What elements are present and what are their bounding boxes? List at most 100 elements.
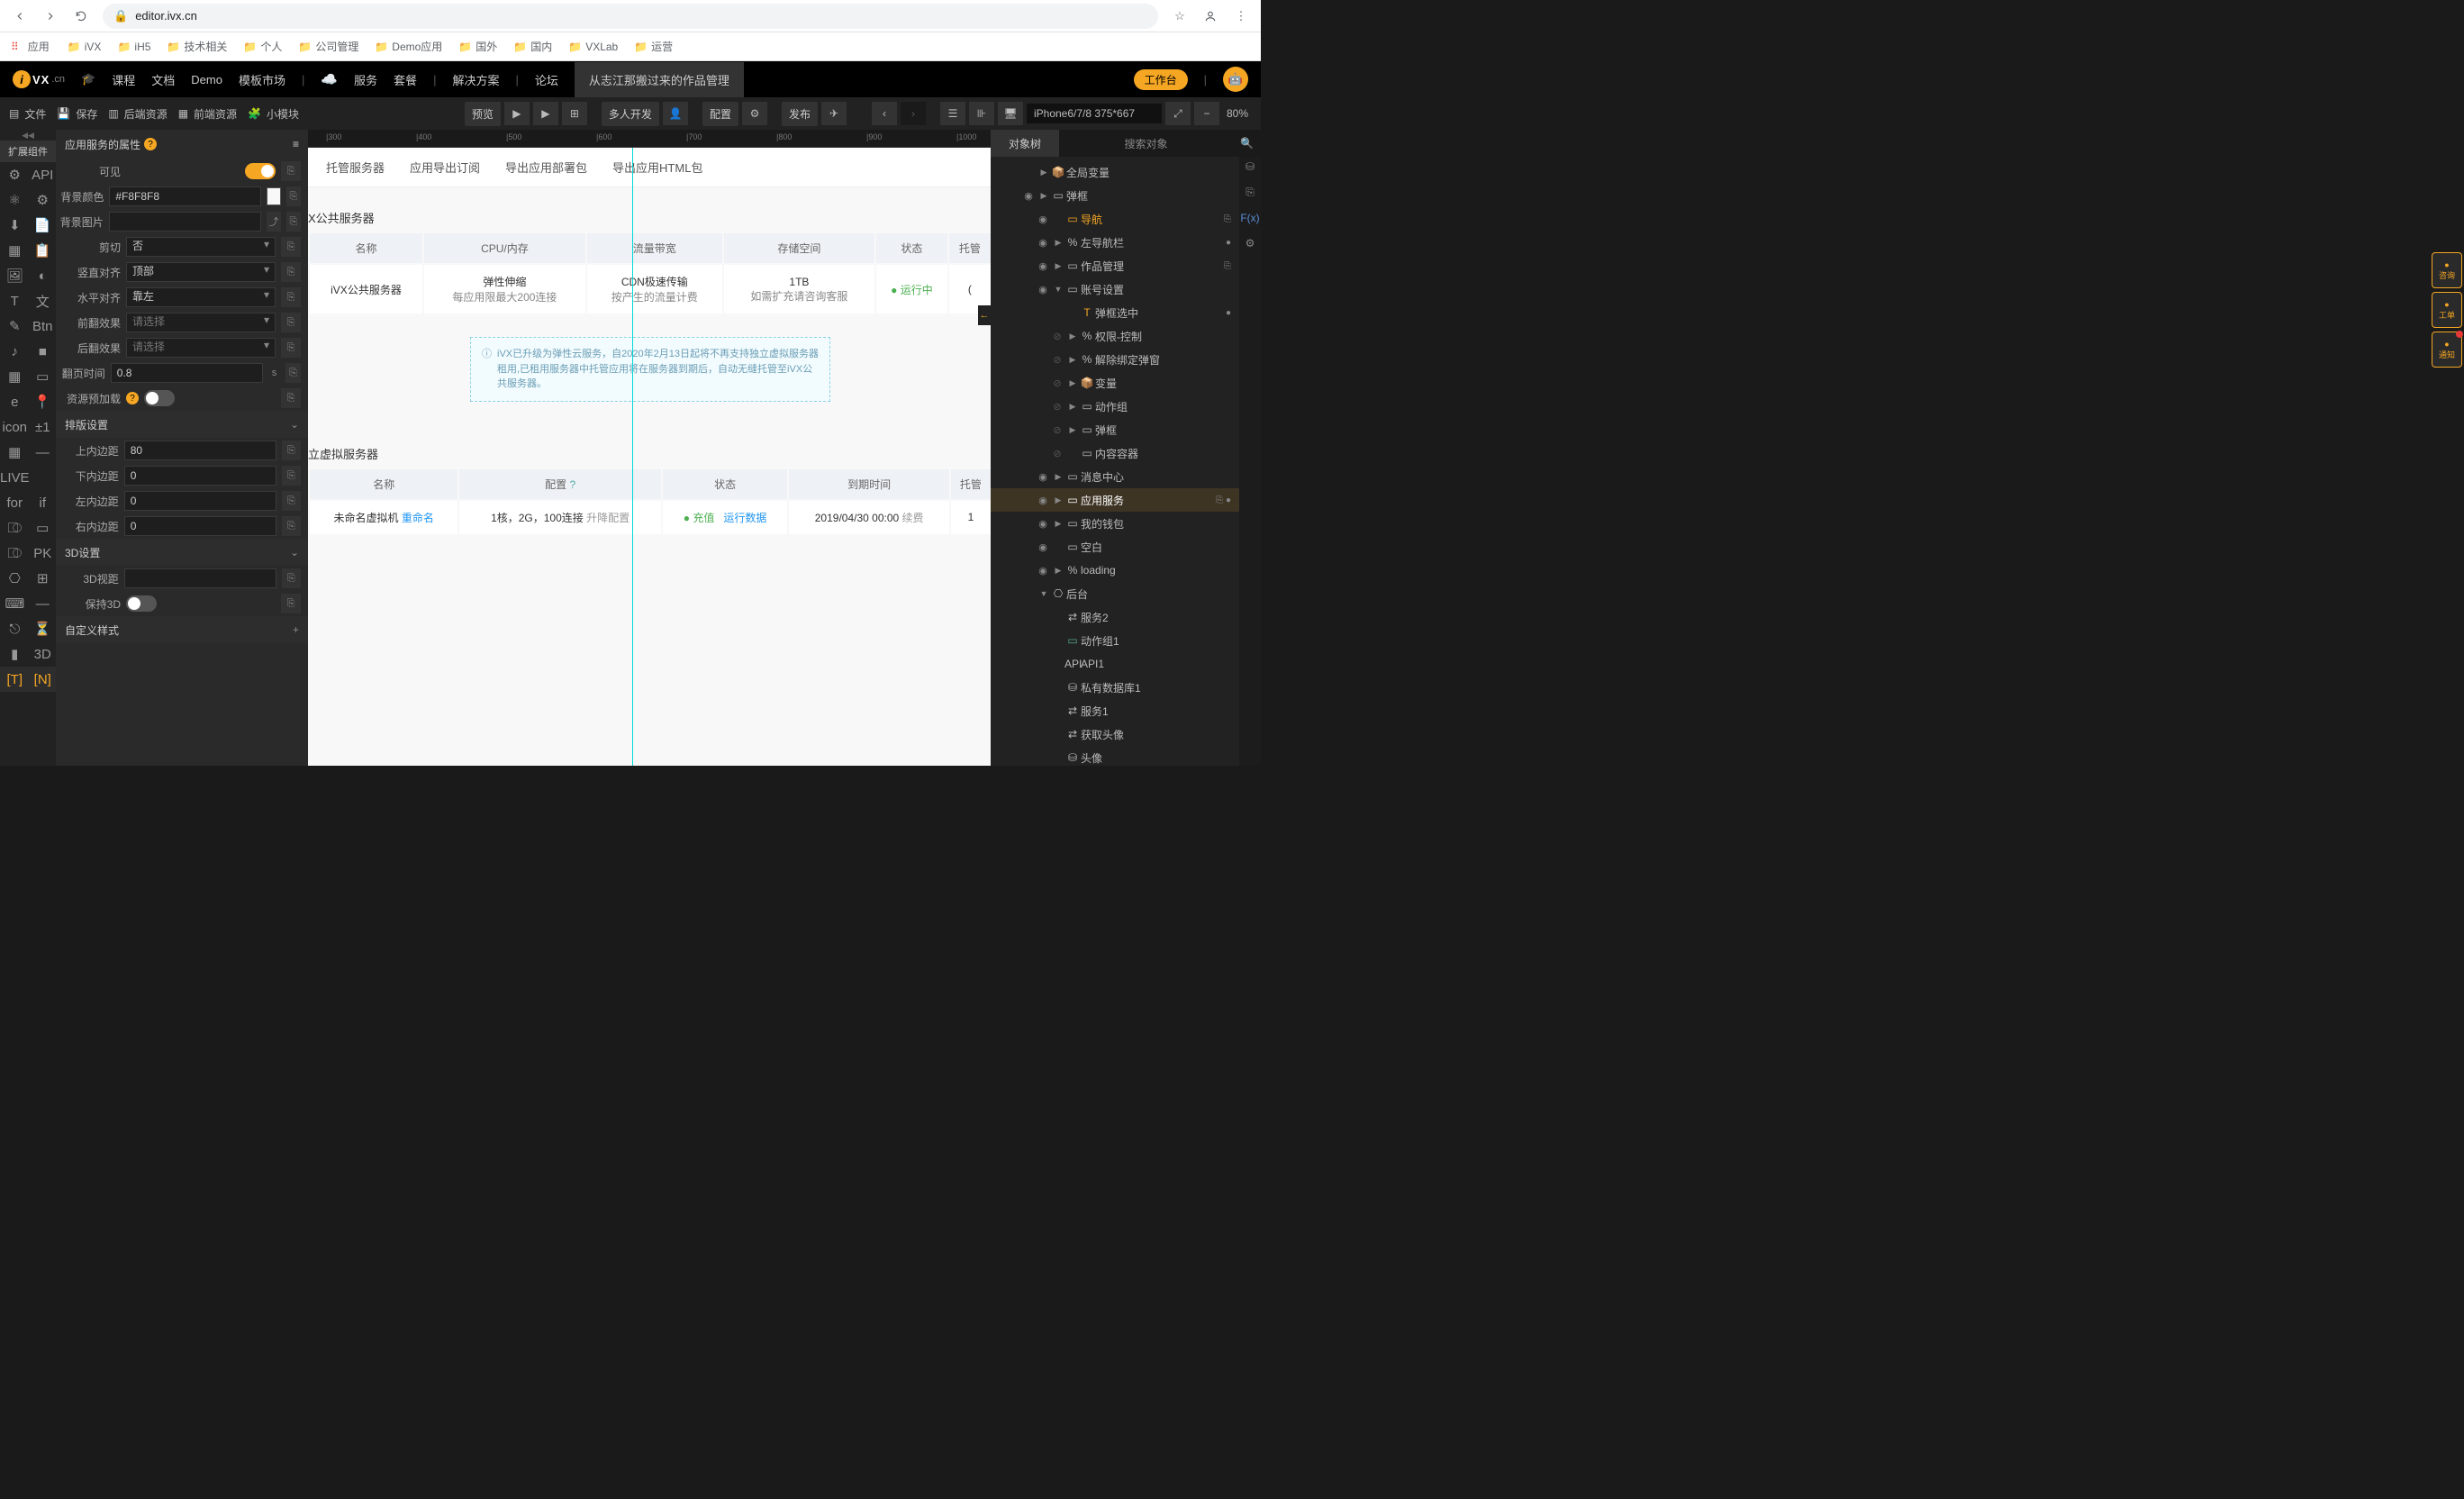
copy-icon[interactable]: ⎘ — [281, 262, 301, 282]
module-button[interactable]: 🧩小模块 — [248, 106, 299, 122]
tool-item[interactable]: ▦ — [0, 238, 30, 263]
upgrade-link[interactable]: 升降配置 — [586, 512, 630, 524]
copy-icon[interactable]: ⎘ — [282, 441, 301, 460]
help-icon[interactable]: ? — [569, 478, 575, 491]
search-icon[interactable]: 🔍 — [1233, 130, 1261, 157]
halign-select[interactable]: 靠左 — [126, 287, 276, 307]
rail-clip-icon[interactable]: ⎘ — [1246, 186, 1255, 199]
tool-item[interactable]: — — [30, 440, 56, 465]
tree-node[interactable]: ◉▶▭消息中心 — [991, 465, 1239, 488]
copy-icon[interactable]: ⎘ — [286, 186, 301, 206]
tool-item[interactable]: ▭ — [30, 364, 56, 389]
multidev-button[interactable]: 多人开发 — [602, 102, 659, 126]
tree-node[interactable]: ◉▶%loading — [991, 559, 1239, 582]
bookmark-item[interactable]: 📁VXLab — [568, 41, 618, 53]
back-icon[interactable] — [11, 7, 29, 25]
url-bar[interactable]: 🔒 editor.ivx.cn — [103, 4, 1158, 29]
bookmark-item[interactable]: 📁iH5 — [117, 41, 150, 53]
tree-body[interactable]: ▶📦全局变量◉▶▭弹框◉▭导航⎘◉▶%左导航栏●◉▶▭作品管理⎘◉▼▭账号设置T… — [991, 157, 1239, 766]
tool-item[interactable]: 文 — [30, 288, 56, 313]
visibility-icon[interactable]: ◉ — [1034, 260, 1052, 272]
chevron-left-icon[interactable]: ‹ — [872, 102, 897, 125]
ai-assistant-icon[interactable]: 🤖 — [1223, 67, 1248, 92]
tab-search[interactable]: 搜索对象 — [1059, 130, 1233, 157]
tool-item[interactable]: ⚙ — [30, 187, 56, 213]
bookmark-item[interactable]: 📁国内 — [513, 39, 552, 54]
tool-item[interactable]: API — [30, 162, 56, 187]
tool-item[interactable]: ✎ — [0, 313, 30, 339]
tree-node[interactable]: ⊘▶%权限-控制 — [991, 324, 1239, 348]
padleft-input[interactable] — [124, 491, 276, 511]
expand-icon[interactable]: ▶ — [1037, 168, 1050, 177]
bookmark-item[interactable]: 📁个人 — [243, 39, 282, 54]
help-icon[interactable]: ? — [126, 392, 139, 404]
tool-item[interactable]: T — [0, 288, 30, 313]
save-button[interactable]: 💾保存 — [57, 106, 97, 122]
expand-icon[interactable]: ▶ — [1066, 425, 1079, 435]
visibility-icon[interactable]: ⊘ — [1048, 448, 1066, 459]
backend-res[interactable]: ▥后端资源 — [108, 106, 167, 122]
visibility-icon[interactable]: ◉ — [1034, 237, 1052, 249]
logo[interactable]: i VX .cn — [13, 70, 65, 88]
stage-wrap[interactable]: 托管服务器 应用导出订阅 导出应用部署包 导出应用HTML包 X公共服务器 名称… — [308, 148, 991, 766]
expand-icon[interactable]: ▼ — [1052, 285, 1064, 294]
nav-demo[interactable]: Demo — [191, 73, 222, 86]
tool-item[interactable]: [N] — [30, 667, 56, 692]
visibility-icon[interactable]: ⊘ — [1048, 424, 1066, 436]
bgimage-input[interactable] — [109, 212, 261, 232]
copy-icon[interactable]: ⎘ — [281, 237, 301, 257]
valign-select[interactable]: 顶部 — [126, 262, 276, 282]
tool-item[interactable]: ▭ — [30, 515, 56, 541]
copy-icon[interactable]: ⎘ — [285, 363, 301, 383]
tool-item[interactable]: ▦ — [0, 364, 30, 389]
rail-button[interactable]: ●通知 — [2432, 332, 2462, 368]
star-icon[interactable]: ☆ — [1171, 7, 1189, 25]
tree-node[interactable]: ⊘▶📦变量 — [991, 371, 1239, 395]
kebab-icon[interactable]: ⋮ — [1232, 7, 1250, 25]
help-icon[interactable]: ? — [144, 138, 157, 150]
apps-label[interactable]: 应用 — [28, 39, 50, 54]
padbottom-input[interactable] — [124, 466, 276, 486]
tree-node[interactable]: ◉▼▭账号设置 — [991, 277, 1239, 301]
expand-icon[interactable]: ▶ — [1066, 355, 1079, 365]
cloud-icon[interactable]: ☁️ — [321, 71, 338, 87]
tool-item[interactable]: ⎋ — [0, 616, 30, 641]
chevron-right-icon[interactable]: › — [901, 102, 926, 125]
tree-node[interactable]: ⊘▶▭弹框 — [991, 418, 1239, 441]
device-selector[interactable]: iPhone6/7/8 375*667 — [1027, 104, 1162, 123]
bookmark-item[interactable]: 📁国外 — [458, 39, 497, 54]
copy-icon[interactable]: ⎘ — [286, 212, 301, 232]
bookmark-item[interactable]: 📁技术相关 — [167, 39, 227, 54]
rail-db-icon[interactable]: ⛁ — [1246, 160, 1255, 173]
tree-node[interactable]: ⇄服务1 — [991, 699, 1239, 722]
frontend-res[interactable]: ▦前端资源 — [178, 106, 237, 122]
visibility-icon[interactable]: ⊘ — [1048, 401, 1066, 413]
expand-icon[interactable]: ▼ — [1037, 589, 1050, 598]
grad-cap-icon[interactable]: 🎓 — [81, 72, 95, 86]
bookmark-item[interactable]: 📁iVX — [68, 41, 102, 53]
tool-item[interactable]: 📋 — [30, 238, 56, 263]
tool-item[interactable]: e — [0, 389, 30, 414]
copy-icon[interactable]: ⎘ — [281, 594, 301, 613]
profile-icon[interactable] — [1201, 7, 1219, 25]
visibility-icon[interactable]: ◉ — [1034, 565, 1052, 577]
forward-icon[interactable] — [41, 7, 59, 25]
nav-solution[interactable]: 解决方案 — [452, 71, 499, 88]
tool-item[interactable]: 3D — [30, 641, 56, 667]
tree-node[interactable]: T弹框选中● — [991, 301, 1239, 324]
rail-fx-icon[interactable]: F(x) — [1240, 212, 1259, 224]
visibility-icon[interactable]: ◉ — [1034, 518, 1052, 530]
rail-button[interactable]: ●咨询 — [2432, 252, 2462, 288]
active-project-tab[interactable]: 从志江那搬过来的作品管理 — [575, 62, 744, 97]
tool-item[interactable]: ⚙ — [0, 162, 30, 187]
tool-item[interactable]: 📄 — [30, 213, 56, 238]
rail-gear-icon[interactable]: ⚙ — [1246, 237, 1255, 250]
copy-icon[interactable]: ⎘ — [281, 313, 301, 332]
rail-button[interactable]: ●工单 — [2432, 292, 2462, 328]
expand-icon[interactable]: ▶ — [1066, 378, 1079, 388]
menu-icon[interactable]: ≡ — [293, 138, 299, 150]
send-icon[interactable]: ✈ — [821, 102, 847, 125]
tool-item[interactable]: — — [30, 591, 56, 616]
copy-icon[interactable]: ⎘ — [281, 161, 301, 181]
collapse-icon[interactable]: ◀◀ — [0, 130, 56, 141]
